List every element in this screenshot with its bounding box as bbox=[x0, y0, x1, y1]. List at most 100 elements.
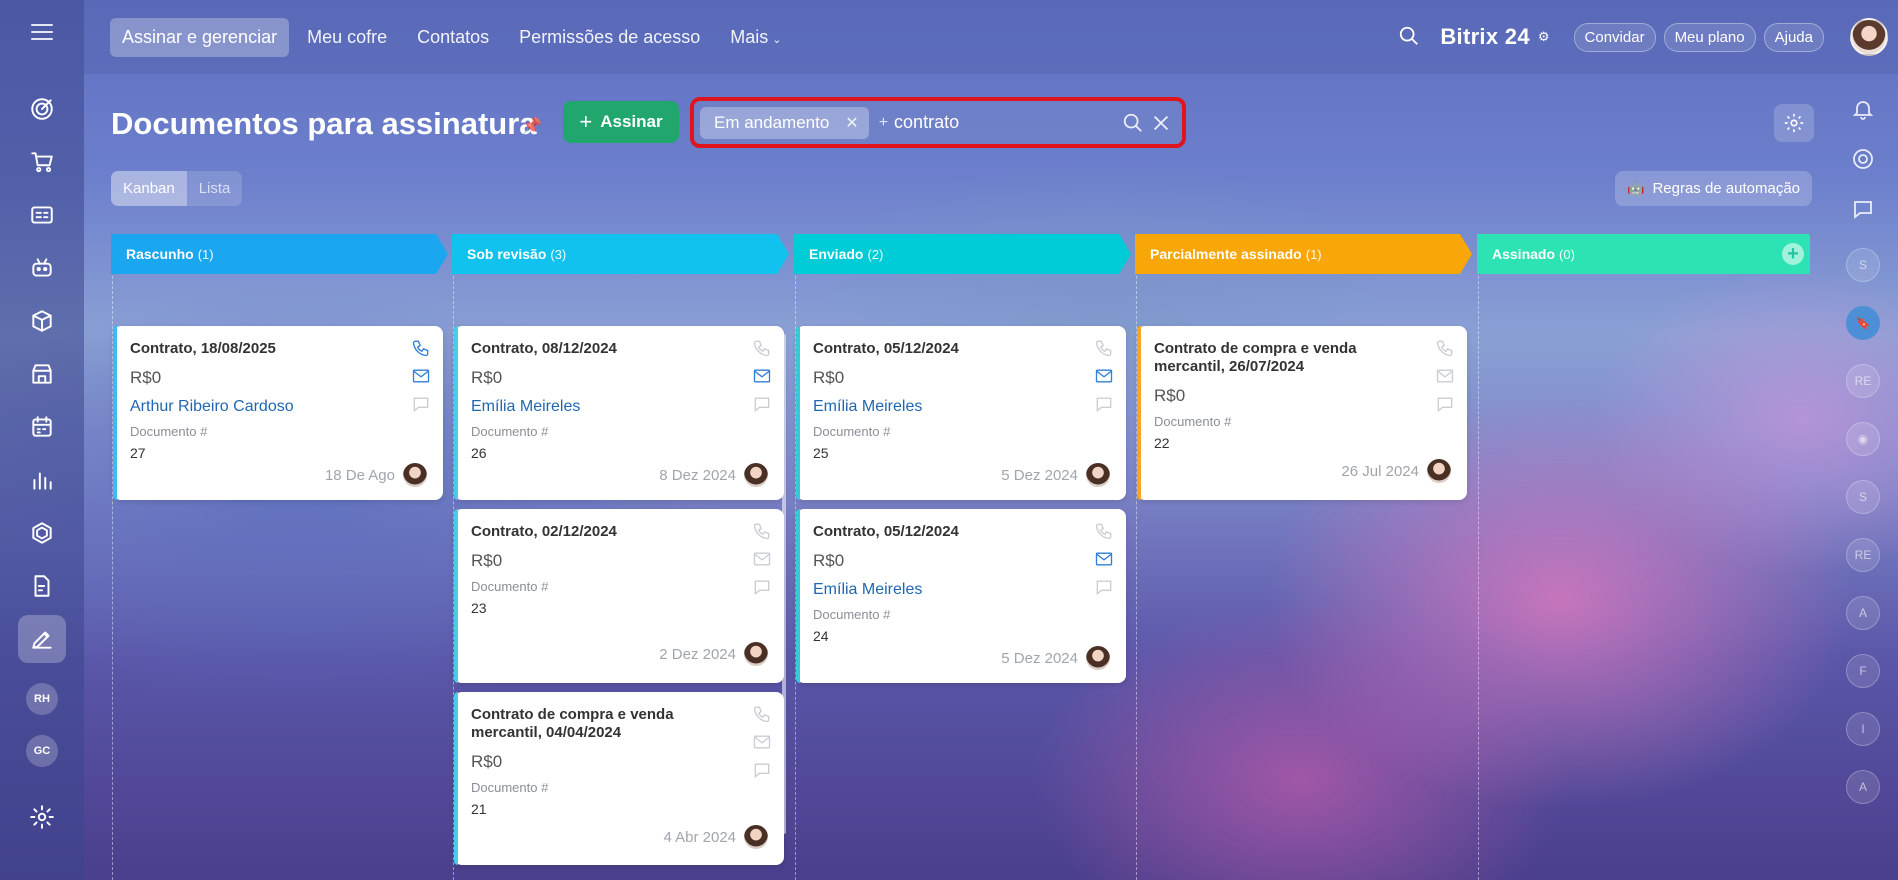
analytics-icon[interactable] bbox=[18, 456, 66, 504]
email-icon[interactable] bbox=[752, 732, 772, 752]
avatar[interactable] bbox=[1086, 463, 1110, 487]
filter-search-box[interactable]: Em andamento ✕ + bbox=[690, 97, 1186, 148]
comment-icon[interactable] bbox=[752, 577, 772, 597]
store-icon[interactable] bbox=[18, 350, 66, 398]
nav-sign-manage[interactable]: Assinar e gerenciar bbox=[110, 17, 290, 57]
comment-icon[interactable] bbox=[1094, 577, 1114, 597]
card-title[interactable]: Contrato, 18/08/2025 bbox=[130, 340, 390, 358]
phone-icon[interactable] bbox=[752, 704, 772, 724]
deal-card[interactable]: Contrato, 05/12/2024 R$0 Emília Meireles… bbox=[796, 509, 1126, 683]
rail-avatar[interactable]: S bbox=[1846, 480, 1880, 514]
nav-more[interactable]: Mais ⌄ bbox=[718, 18, 793, 57]
rail-avatar[interactable]: A bbox=[1846, 596, 1880, 630]
deal-card[interactable]: Contrato, 08/12/2024 R$0 Emília Meireles… bbox=[454, 326, 784, 500]
card-title[interactable]: Contrato, 05/12/2024 bbox=[813, 340, 1073, 358]
rail-avatar[interactable]: F bbox=[1846, 654, 1880, 688]
search-icon[interactable] bbox=[1398, 25, 1422, 49]
rail-avatar[interactable]: A bbox=[1846, 770, 1880, 804]
nav-access-permissions[interactable]: Permissões de acesso bbox=[507, 18, 712, 57]
rail-avatar-image[interactable]: ◉ bbox=[1846, 422, 1880, 456]
card-title[interactable]: Contrato, 05/12/2024 bbox=[813, 523, 1073, 541]
email-icon[interactable] bbox=[1094, 549, 1114, 569]
close-icon[interactable]: ✕ bbox=[845, 113, 858, 133]
email-icon[interactable] bbox=[1094, 366, 1114, 386]
column-header-sent[interactable]: Enviado (2) bbox=[794, 234, 1131, 274]
avatar[interactable] bbox=[1427, 459, 1451, 483]
comment-icon[interactable] bbox=[752, 394, 772, 414]
comment-icon[interactable] bbox=[1094, 394, 1114, 414]
sliders-icon[interactable]: ⚙ bbox=[1538, 29, 1550, 45]
rail-avatar[interactable]: RE bbox=[1846, 538, 1880, 572]
view-list-button[interactable]: Lista bbox=[187, 171, 243, 206]
email-icon[interactable] bbox=[752, 549, 772, 569]
signature-icon[interactable] bbox=[18, 615, 66, 663]
card-title[interactable]: Contrato de compra e venda mercantil, 26… bbox=[1154, 340, 1414, 376]
target-icon[interactable] bbox=[18, 85, 66, 133]
email-icon[interactable] bbox=[1435, 366, 1455, 386]
avatar[interactable] bbox=[1086, 646, 1110, 670]
comment-icon[interactable] bbox=[411, 394, 431, 414]
hexagon-icon[interactable] bbox=[18, 509, 66, 557]
card-title[interactable]: Contrato, 02/12/2024 bbox=[471, 523, 731, 541]
pin-icon[interactable]: 📌 bbox=[522, 116, 542, 136]
nav-my-vault[interactable]: Meu cofre bbox=[295, 18, 399, 57]
comment-icon[interactable] bbox=[752, 760, 772, 780]
bell-icon[interactable] bbox=[1848, 94, 1878, 124]
spiral-icon[interactable] bbox=[1848, 144, 1878, 174]
add-column-icon[interactable]: + bbox=[1782, 243, 1804, 265]
calendar-icon[interactable] bbox=[18, 403, 66, 451]
cart-icon[interactable] bbox=[18, 138, 66, 186]
sidebar-avatar-rh[interactable]: RH bbox=[26, 683, 58, 715]
invite-button[interactable]: Convidar bbox=[1573, 22, 1656, 52]
my-plan-button[interactable]: Meu plano bbox=[1663, 22, 1756, 52]
user-avatar[interactable] bbox=[1850, 18, 1888, 56]
rail-avatar[interactable]: S bbox=[1846, 248, 1880, 282]
email-icon[interactable] bbox=[752, 366, 772, 386]
avatar[interactable] bbox=[744, 642, 768, 666]
view-kanban-button[interactable]: Kanban bbox=[111, 171, 187, 206]
chat-icon[interactable] bbox=[1848, 194, 1878, 224]
settings-button[interactable] bbox=[1774, 104, 1814, 142]
sign-button[interactable]: + Assinar bbox=[563, 101, 679, 143]
deal-card[interactable]: Contrato, 18/08/2025 R$0 Arthur Ribeiro … bbox=[113, 326, 443, 500]
box-icon[interactable] bbox=[18, 297, 66, 345]
card-title[interactable]: Contrato, 08/12/2024 bbox=[471, 340, 731, 358]
sidebar-avatar-gc[interactable]: GC bbox=[26, 735, 58, 767]
bookmark-icon[interactable]: 🔖 bbox=[1846, 306, 1880, 340]
avatar[interactable] bbox=[403, 463, 427, 487]
card-contact[interactable]: Arthur Ribeiro Cardoso bbox=[130, 398, 427, 416]
avatar[interactable] bbox=[744, 463, 768, 487]
nav-contacts[interactable]: Contatos bbox=[405, 18, 501, 57]
deal-card[interactable]: Contrato, 05/12/2024 R$0 Emília Meireles… bbox=[796, 326, 1126, 500]
search-icon[interactable] bbox=[1122, 112, 1144, 134]
rail-avatar[interactable]: I bbox=[1846, 712, 1880, 746]
comment-icon[interactable] bbox=[1435, 394, 1455, 414]
avatar[interactable] bbox=[744, 825, 768, 849]
column-header-signed[interactable]: Assinado (0) + bbox=[1477, 234, 1810, 274]
phone-icon[interactable] bbox=[1435, 338, 1455, 358]
deal-card[interactable]: Contrato, 02/12/2024 R$0 Documento # 23 … bbox=[454, 509, 784, 683]
document-edit-icon[interactable] bbox=[18, 562, 66, 610]
phone-icon[interactable] bbox=[1094, 521, 1114, 541]
card-contact[interactable]: Emília Meireles bbox=[813, 398, 1110, 416]
column-header-draft[interactable]: Rascunho (1) bbox=[111, 234, 448, 274]
filter-tag[interactable]: Em andamento ✕ bbox=[700, 106, 869, 139]
phone-icon[interactable] bbox=[411, 338, 431, 358]
search-input[interactable] bbox=[894, 112, 1115, 133]
phone-icon[interactable] bbox=[752, 338, 772, 358]
card-contact[interactable]: Emília Meireles bbox=[813, 581, 1110, 599]
automation-rules-button[interactable]: 🤖 Regras de automação bbox=[1615, 171, 1813, 206]
robot-icon[interactable] bbox=[18, 244, 66, 292]
menu-icon[interactable] bbox=[31, 24, 53, 40]
card-contact[interactable]: Emília Meireles bbox=[471, 398, 768, 416]
clear-icon[interactable] bbox=[1150, 112, 1172, 134]
column-header-review[interactable]: Sob revisão (3) bbox=[452, 234, 789, 274]
email-icon[interactable] bbox=[411, 366, 431, 386]
rail-avatar[interactable]: RE bbox=[1846, 364, 1880, 398]
card-title[interactable]: Contrato de compra e venda mercantil, 04… bbox=[471, 706, 731, 742]
column-header-partially-signed[interactable]: Parcialmente assinado (1) bbox=[1135, 234, 1472, 274]
phone-icon[interactable] bbox=[752, 521, 772, 541]
deal-card[interactable]: Contrato de compra e venda mercantil, 04… bbox=[454, 692, 784, 865]
deal-card[interactable]: Contrato de compra e venda mercantil, 26… bbox=[1137, 326, 1467, 500]
column-scrollbar[interactable] bbox=[782, 334, 786, 834]
